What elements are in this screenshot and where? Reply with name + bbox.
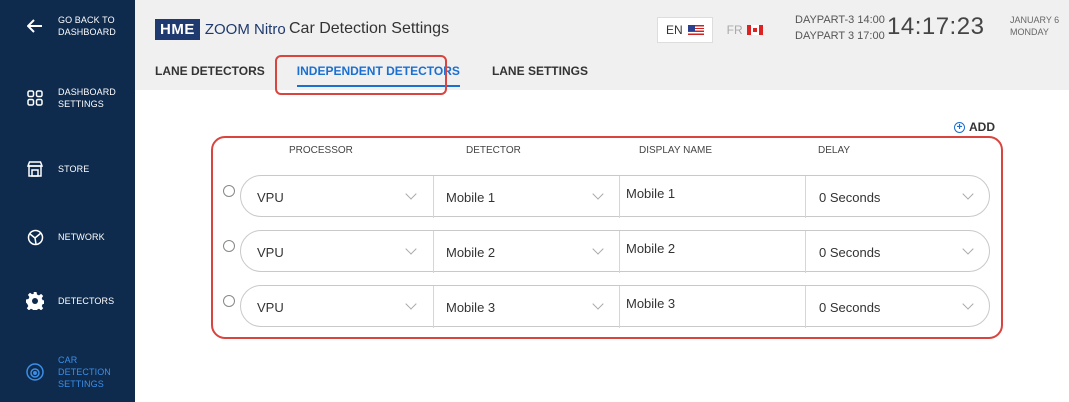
display-name-input[interactable]: Mobile 1 — [619, 176, 805, 218]
detector-row-fields: VPU Mobile 2 Mobile 2 0 Seconds — [240, 230, 990, 273]
display-name-value: Mobile 2 — [626, 241, 676, 256]
page-title: Car Detection Settings — [289, 20, 450, 37]
chevron-down-icon — [405, 298, 417, 310]
tab-lane-detectors[interactable]: LANE DETECTORS — [155, 64, 265, 78]
date-line-1: JANUARY 6 — [1010, 15, 1060, 25]
daypart-line-1: DAYPART-3 14:00 — [795, 14, 885, 26]
network-icon — [24, 226, 46, 248]
detector-row: VPU Mobile 1 Mobile 1 0 Seconds — [220, 175, 995, 219]
processor-value: VPU — [257, 244, 284, 260]
gear-icon — [24, 290, 46, 312]
sidebar-item-detectors[interactable]: DETECTORS — [0, 290, 135, 312]
car-detection-icon — [24, 361, 46, 383]
column-header-delay: DELAY — [818, 145, 851, 156]
delay-value: 0 Seconds — [819, 244, 881, 260]
language-fr-button[interactable]: FR — [727, 23, 763, 37]
tab-bar: LANE DETECTORS INDEPENDENT DETECTORS LAN… — [155, 64, 620, 87]
display-name-value: Mobile 3 — [626, 296, 676, 311]
column-header-detector: DETECTOR — [466, 145, 521, 156]
detector-value: Mobile 1 — [446, 189, 496, 205]
column-header-display-name: DISPLAY NAME — [639, 145, 712, 156]
date-line-2: MONDAY — [1010, 27, 1049, 37]
plus-circle-icon: + — [954, 121, 965, 133]
processor-value: VPU — [257, 189, 284, 205]
chevron-down-icon — [592, 298, 604, 310]
detector-select[interactable]: Mobile 3 — [433, 286, 619, 328]
clock: 14:17:23 — [887, 13, 985, 40]
language-en-button[interactable]: EN — [657, 17, 713, 43]
language-fr-label: FR — [726, 23, 743, 37]
arrow-left-icon — [24, 15, 46, 37]
delay-select[interactable]: 0 Seconds — [805, 286, 990, 328]
sidebar: GO BACK TO DASHBOARD DASHBOARD SETTINGS … — [0, 0, 135, 402]
sidebar-item-car-detection-settings[interactable]: CAR DETECTION SETTINGS — [0, 354, 135, 390]
display-name-input[interactable]: Mobile 2 — [619, 231, 805, 273]
processor-select[interactable]: VPU — [257, 286, 433, 328]
brand-product: ZOOM Nitro — [204, 21, 286, 38]
chevron-down-icon — [405, 243, 417, 255]
delay-select[interactable]: 0 Seconds — [805, 231, 990, 273]
grid-icon — [24, 87, 46, 109]
brand-logo: HME ZOOM Nitro — [155, 19, 286, 40]
chevron-down-icon — [592, 188, 604, 200]
sidebar-item-label: DETECTORS — [58, 296, 115, 306]
sidebar-item-dashboard-settings[interactable]: DASHBOARD SETTINGS — [0, 86, 135, 110]
sidebar-item-store[interactable]: STORE — [0, 158, 135, 180]
daypart-info: DAYPART-3 14:00 DAYPART 3 17:00 — [795, 12, 885, 44]
tab-independent-detectors[interactable]: INDEPENDENT DETECTORS — [296, 64, 461, 87]
sidebar-item-network[interactable]: NETWORK — [0, 226, 135, 248]
sidebar-item-label: CAR DETECTION SETTINGS — [58, 355, 111, 389]
daypart-line-2: DAYPART 3 17:00 — [795, 30, 885, 42]
chevron-down-icon — [962, 188, 974, 200]
language-switcher: EN FR — [657, 17, 763, 43]
chevron-down-icon — [962, 243, 974, 255]
detector-select[interactable]: Mobile 1 — [433, 176, 619, 218]
row-select-radio[interactable] — [223, 295, 235, 307]
chevron-down-icon — [405, 188, 417, 200]
processor-value: VPU — [257, 299, 284, 315]
sidebar-item-back-to-dashboard[interactable]: GO BACK TO DASHBOARD — [0, 14, 135, 38]
delay-value: 0 Seconds — [819, 189, 881, 205]
canada-flag-icon — [746, 25, 763, 35]
language-en-label: EN — [666, 23, 683, 37]
detector-select[interactable]: Mobile 2 — [433, 231, 619, 273]
row-select-radio[interactable] — [223, 185, 235, 197]
add-detector-button[interactable]: + ADD — [954, 120, 995, 134]
sidebar-item-label: DASHBOARD SETTINGS — [58, 87, 116, 109]
display-name-input[interactable]: Mobile 3 — [619, 286, 805, 328]
delay-value: 0 Seconds — [819, 299, 881, 315]
display-name-value: Mobile 1 — [626, 186, 676, 201]
delay-select[interactable]: 0 Seconds — [805, 176, 990, 218]
detector-row-fields: VPU Mobile 1 Mobile 1 0 Seconds — [240, 175, 990, 218]
detector-row-fields: VPU Mobile 3 Mobile 3 0 Seconds — [240, 285, 990, 328]
processor-select[interactable]: VPU — [257, 231, 433, 273]
sidebar-item-label: NETWORK — [58, 232, 105, 242]
detector-value: Mobile 3 — [446, 299, 496, 315]
us-flag-icon — [687, 25, 704, 35]
sidebar-item-label: STORE — [58, 164, 90, 174]
row-select-radio[interactable] — [223, 240, 235, 252]
chevron-down-icon — [592, 243, 604, 255]
header: HME ZOOM Nitro Car Detection Settings EN… — [135, 0, 1069, 95]
add-label: ADD — [969, 120, 995, 134]
brand-hme: HME — [155, 19, 200, 40]
tab-lane-settings[interactable]: LANE SETTINGS — [492, 64, 588, 78]
sidebar-item-label: GO BACK TO DASHBOARD — [58, 15, 116, 37]
date: JANUARY 6 MONDAY — [1010, 14, 1059, 38]
processor-select[interactable]: VPU — [257, 176, 433, 218]
detector-row: VPU Mobile 2 Mobile 2 0 Seconds — [220, 230, 995, 274]
column-header-processor: PROCESSOR — [289, 145, 353, 156]
detector-row: VPU Mobile 3 Mobile 3 0 Seconds — [220, 285, 995, 329]
store-icon — [24, 158, 46, 180]
detector-value: Mobile 2 — [446, 244, 496, 260]
chevron-down-icon — [962, 298, 974, 310]
